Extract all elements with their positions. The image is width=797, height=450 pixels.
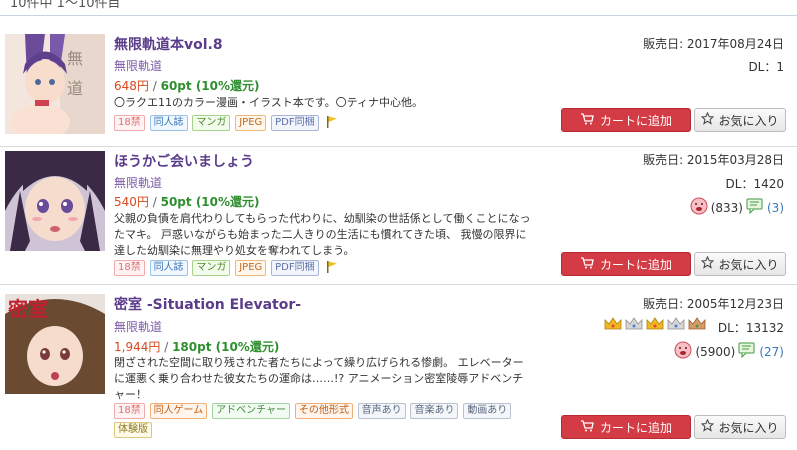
rating-face-icon[interactable]	[674, 341, 692, 362]
tag-other-format[interactable]: その他形式	[294, 403, 353, 419]
flag-icon	[325, 115, 339, 132]
release-date: 販売日: 2005年12月23日	[643, 297, 784, 311]
download-count: DL：1	[748, 60, 784, 74]
tag-jpeg[interactable]: JPEG	[235, 260, 267, 276]
favorite-button[interactable]: お気に入り	[694, 108, 786, 132]
flag-icon	[325, 260, 339, 277]
ranking-crowns	[603, 316, 707, 335]
tag-list: 18禁 同人誌 マンガ JPEG PDF同梱	[114, 260, 534, 279]
cart-label: カートに追加	[599, 420, 672, 435]
download-count: DL：13132	[717, 321, 784, 335]
svg-text:密室: 密室	[8, 297, 48, 321]
tag-list: 18禁 同人ゲーム アドベンチャー その他形式 音声あり 音楽あり 動画あり 体…	[114, 403, 534, 441]
gold-crown-icon	[603, 316, 623, 335]
favorite-label: お気に入り	[718, 257, 779, 272]
points: 180pt (10%還元)	[172, 340, 280, 354]
tag-r18[interactable]: 18禁	[114, 403, 145, 419]
silver-crown-icon	[624, 316, 644, 335]
review-count[interactable]: (3)	[767, 201, 784, 215]
price-line: 1,944円 / 180pt (10%還元)	[114, 338, 279, 355]
review-icon[interactable]	[746, 198, 764, 217]
description: 父親の負債を肩代わりしてもらった代わりに、幼馴染の世話係として働くことになったマ…	[114, 212, 531, 257]
release-date: 販売日: 2017年08月24日	[643, 37, 784, 51]
product-thumbnail[interactable]: 無 道	[5, 34, 105, 134]
product-thumbnail[interactable]	[5, 151, 105, 251]
tag-list: 18禁 同人誌 マンガ JPEG PDF同梱	[114, 115, 534, 134]
tag-manga[interactable]: マンガ	[192, 260, 231, 276]
product-title[interactable]: 無限軌道本vol.8	[114, 34, 223, 54]
tag-video[interactable]: 動画あり	[463, 403, 512, 419]
bronze-crown-icon	[687, 316, 707, 335]
rating-count[interactable]: (5900)	[695, 345, 735, 359]
cart-label: カートに追加	[599, 113, 672, 128]
points: 60pt (10%還元)	[160, 79, 260, 93]
tag-doujinshi[interactable]: 同人誌	[149, 115, 188, 131]
product-title[interactable]: 密室 -Situation Elevator-	[114, 294, 301, 314]
add-to-cart-button[interactable]: カートに追加	[561, 415, 691, 439]
tag-pdf[interactable]: PDF同梱	[271, 260, 319, 276]
description: 〇ラクエ11のカラー漫画・イラスト本です。〇ティナ中心他。	[114, 96, 424, 109]
star-icon	[701, 111, 715, 128]
add-to-cart-button[interactable]: カートに追加	[561, 108, 691, 132]
tag-pdf[interactable]: PDF同梱	[271, 115, 319, 131]
tag-trial[interactable]: 体験版	[114, 422, 152, 438]
price: 540円	[114, 195, 149, 209]
product-item: 無 道 無限軌道本vol.8 無限軌道 648円 / 60pt (10%還元) …	[0, 26, 797, 147]
description: 閉ざされた空間に取り残された者たちによって繰り広げられる惨劇。 エレベーターに運…	[114, 356, 524, 401]
add-to-cart-button[interactable]: カートに追加	[561, 252, 691, 276]
rating-face-icon[interactable]	[690, 197, 708, 218]
tag-doujinshi[interactable]: 同人誌	[149, 260, 188, 276]
rating-row: (833) (3)	[690, 197, 784, 218]
favorite-label: お気に入り	[718, 420, 779, 435]
price-separator: /	[164, 340, 169, 354]
cart-label: カートに追加	[599, 257, 672, 272]
review-icon[interactable]	[738, 342, 756, 361]
rating-row: (5900) (27)	[674, 341, 784, 362]
star-icon	[701, 418, 715, 435]
release-date: 販売日: 2015年03月28日	[643, 153, 784, 167]
result-header: 10件中 1～10件目	[0, 0, 797, 16]
points: 50pt (10%還元)	[160, 195, 260, 209]
product-item: 密室 密室 -Situation Elevator- 無限軌道 1,944円 /…	[0, 285, 797, 450]
review-count[interactable]: (27)	[759, 345, 784, 359]
price: 1,944円	[114, 340, 161, 354]
tag-voice[interactable]: 音声あり	[357, 403, 406, 419]
tag-doujin-game[interactable]: 同人ゲーム	[149, 403, 208, 419]
price-line: 648円 / 60pt (10%還元)	[114, 77, 260, 94]
cart-icon	[580, 419, 594, 435]
tag-manga[interactable]: マンガ	[192, 115, 231, 131]
svg-text:無: 無	[67, 49, 83, 68]
price-separator: /	[152, 195, 157, 209]
tag-music[interactable]: 音楽あり	[410, 403, 459, 419]
result-count: 10件中 1～10件目	[10, 0, 121, 11]
circle-name[interactable]: 無限軌道	[114, 318, 162, 335]
tag-adventure[interactable]: アドベンチャー	[212, 403, 290, 419]
cart-icon	[580, 112, 594, 128]
circle-name[interactable]: 無限軌道	[114, 174, 162, 191]
cart-icon	[580, 256, 594, 272]
product-thumbnail[interactable]: 密室	[5, 294, 105, 394]
circle-name[interactable]: 無限軌道	[114, 57, 162, 74]
download-count: DL：1420	[725, 177, 784, 191]
tag-r18[interactable]: 18禁	[114, 260, 145, 276]
tag-jpeg[interactable]: JPEG	[235, 115, 267, 131]
favorite-button[interactable]: お気に入り	[694, 415, 786, 439]
svg-text:道: 道	[67, 79, 83, 98]
rating-count[interactable]: (833)	[711, 201, 743, 215]
gold-crown-icon	[645, 316, 665, 335]
price-separator: /	[152, 79, 157, 93]
favorite-label: お気に入り	[718, 113, 779, 128]
product-item: ほうかご会いましょう 無限軌道 540円 / 50pt (10%還元) 父親の負…	[0, 147, 797, 285]
price-line: 540円 / 50pt (10%還元)	[114, 193, 260, 210]
silver-crown-icon	[666, 316, 686, 335]
price: 648円	[114, 79, 149, 93]
product-title[interactable]: ほうかご会いましょう	[114, 151, 254, 171]
tag-r18[interactable]: 18禁	[114, 115, 145, 131]
star-icon	[701, 255, 715, 272]
favorite-button[interactable]: お気に入り	[694, 252, 786, 276]
